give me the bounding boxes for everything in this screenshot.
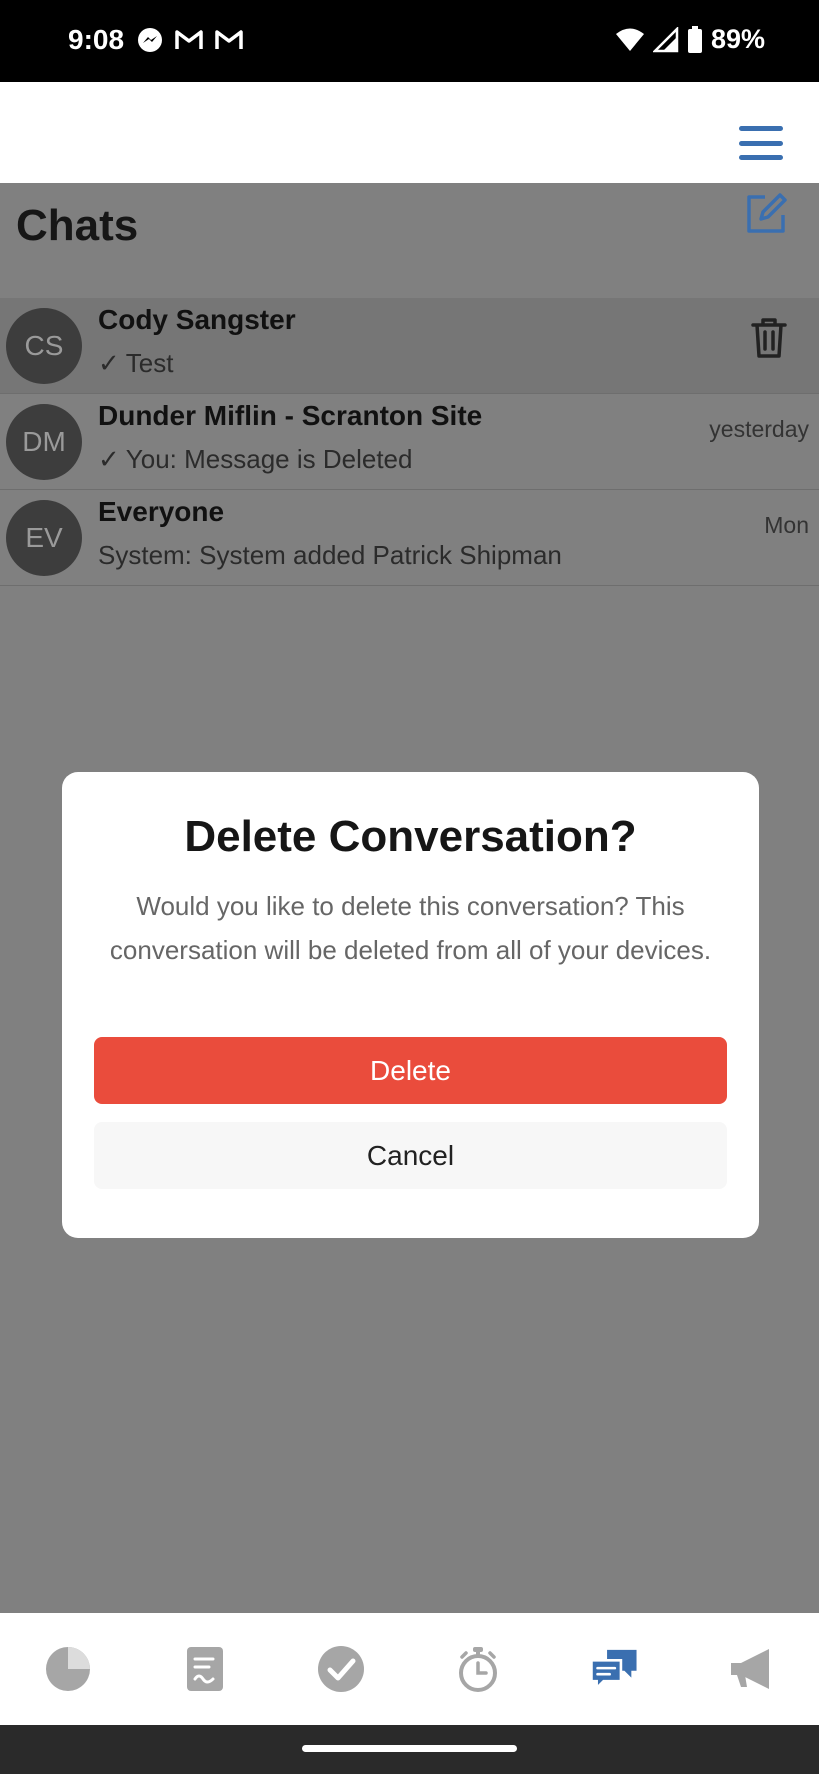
avatar: DM — [6, 404, 82, 480]
chat-row[interactable]: CS Cody Sangster ✓ Test — [0, 298, 819, 394]
chat-name: Dunder Miflin - Scranton Site — [98, 400, 483, 431]
chat-preview-text: System: System added Patrick Shipman — [98, 540, 562, 570]
app-header — [0, 82, 819, 183]
clipboard-icon — [186, 1647, 223, 1691]
battery-percent: 89% — [710, 24, 765, 54]
chat-name: Everyone — [98, 496, 225, 527]
megaphone-icon — [730, 1649, 769, 1689]
dialog-title: Delete Conversation? — [184, 812, 637, 861]
status-right: 89% — [615, 24, 765, 55]
page-title: Chats — [16, 201, 139, 250]
chat-row[interactable]: DM Dunder Miflin - Scranton Site ✓ You: M… — [0, 394, 819, 490]
chat-preview: System: System added Patrick Shipman — [98, 540, 562, 571]
wifi-icon — [615, 28, 644, 51]
trash-icon[interactable] — [749, 316, 789, 360]
battery-icon — [687, 25, 702, 53]
hamburger-menu-icon[interactable] — [739, 126, 783, 160]
chat-row[interactable]: EV Everyone System: System added Patrick… — [0, 490, 819, 586]
nav-item-chats[interactable] — [546, 1613, 683, 1725]
stopwatch-icon — [458, 1647, 497, 1692]
gmail-icon — [215, 30, 243, 49]
status-time: 9:08 — [68, 24, 125, 55]
chat-preview-text: You: Message is Deleted — [125, 444, 413, 474]
chat-preview-text: Test — [125, 348, 174, 378]
nav-item-forms[interactable] — [137, 1613, 274, 1725]
avatar: CS — [6, 308, 82, 384]
bottom-nav — [0, 1613, 819, 1725]
nav-item-announcements[interactable] — [683, 1613, 819, 1725]
pie-chart-icon — [46, 1647, 91, 1691]
read-check-icon: ✓ — [98, 444, 120, 474]
chat-name: Cody Sangster — [98, 304, 296, 335]
status-bar: 9:08 89% — [0, 0, 819, 82]
gmail-icon — [175, 30, 203, 49]
delete-conversation-dialog: Delete Conversation? Would you like to d… — [62, 772, 759, 1238]
nav-item-dashboard[interactable] — [0, 1613, 137, 1725]
chat-list: CS Cody Sangster ✓ Test DM Dunder Miflin … — [0, 298, 819, 586]
read-check-icon: ✓ — [98, 348, 120, 378]
dialog-message: Would you like to delete this conversati… — [109, 891, 712, 965]
messenger-icon — [138, 28, 162, 52]
gesture-bar — [0, 1725, 819, 1774]
chat-preview: ✓ Test — [98, 348, 173, 379]
notification-icons — [136, 26, 244, 54]
avatar: EV — [6, 500, 82, 576]
nav-item-tasks[interactable] — [273, 1613, 410, 1725]
compose-icon[interactable] — [743, 191, 789, 237]
nav-item-timeclock[interactable] — [410, 1613, 547, 1725]
chat-bubbles-icon — [590, 1649, 637, 1692]
chat-preview: ✓ You: Message is Deleted — [98, 444, 412, 475]
delete-button[interactable]: Delete — [94, 1037, 727, 1104]
signal-icon — [652, 26, 679, 52]
chat-time: yesterday — [709, 416, 809, 442]
chat-time: Mon — [764, 512, 809, 538]
checkmark-icon — [318, 1646, 365, 1692]
home-gesture-handle[interactable] — [302, 1745, 517, 1752]
cancel-button[interactable]: Cancel — [94, 1122, 727, 1189]
